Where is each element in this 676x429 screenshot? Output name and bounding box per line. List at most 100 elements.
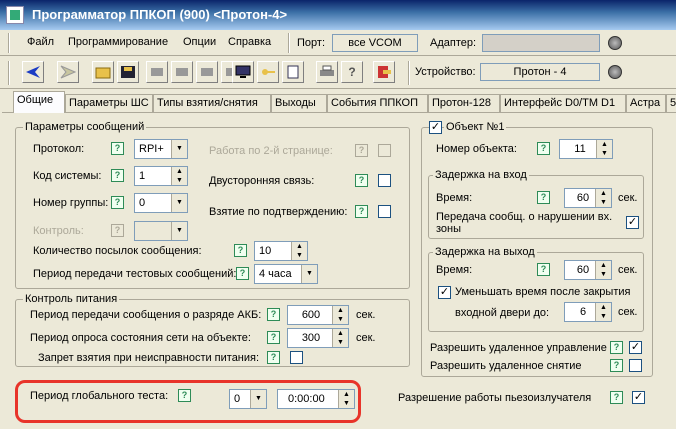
tab-overflow[interactable]: 5 <box>666 94 676 112</box>
reduce-checkbox[interactable]: ✓ <box>438 286 451 299</box>
help-icon[interactable]: ? <box>234 244 247 257</box>
chevron-down-icon[interactable]: ▼ <box>250 390 266 408</box>
twoway-label: Двусторонняя связь: <box>209 175 315 187</box>
printer-icon[interactable] <box>316 61 338 83</box>
help-icon[interactable]: ? <box>537 263 550 276</box>
global-test-days-select[interactable]: 0 ▼ <box>229 389 267 409</box>
count-spinner[interactable]: 10 ▲ ▼ <box>254 241 308 261</box>
help-icon[interactable]: ? <box>111 169 124 182</box>
forward-arrow-icon[interactable] <box>57 61 79 83</box>
remote-control-label: Разрешить удаленное управление <box>430 342 607 354</box>
msg-params-title: Параметры сообщений <box>23 121 147 133</box>
menu-file[interactable]: Файл <box>27 36 54 48</box>
help-icon[interactable]: ? <box>341 61 363 83</box>
tab-general[interactable]: Общие <box>13 91 65 113</box>
global-test-label: Период глобального теста: <box>30 390 169 402</box>
spin-arrows-icon[interactable]: ▲ ▼ <box>595 261 611 279</box>
syscode-label: Код системы: <box>33 170 102 182</box>
remote-disarm-checkbox[interactable] <box>629 359 642 372</box>
help-icon[interactable]: ? <box>355 205 368 218</box>
device-field[interactable]: Протон - 4 <box>480 63 600 81</box>
net-spinner[interactable]: 300 ▲ ▼ <box>287 328 349 348</box>
chevron-down-icon[interactable]: ▼ <box>171 140 187 158</box>
menu-options[interactable]: Опции <box>183 36 216 48</box>
ban-checkbox[interactable] <box>290 351 303 364</box>
group-label: Номер группы: <box>33 197 109 209</box>
piezo-checkbox[interactable]: ✓ <box>632 391 645 404</box>
spin-arrows-icon[interactable]: ▲ ▼ <box>595 303 611 321</box>
help-icon[interactable]: ? <box>267 308 280 321</box>
protocol-select[interactable]: RPI+ ▼ <box>134 139 188 159</box>
piezo-label: Разрешение работы пьезоизлучателя <box>398 392 592 404</box>
menu-programming[interactable]: Программирование <box>68 36 168 48</box>
help-icon[interactable]: ? <box>267 351 280 364</box>
separator <box>288 33 290 53</box>
twoway-checkbox[interactable] <box>378 174 391 187</box>
tab-events[interactable]: События ППКОП <box>327 94 428 112</box>
help-icon[interactable]: ? <box>178 389 191 402</box>
spin-arrows-icon[interactable]: ▲ ▼ <box>596 140 612 158</box>
tab-zones[interactable]: Параметры ШС <box>65 94 153 112</box>
help-icon[interactable]: ? <box>537 191 550 204</box>
tab-arm-types[interactable]: Типы взятия/снятия <box>153 94 271 112</box>
period-select[interactable]: 4 часа ▼ <box>254 264 318 284</box>
chip-read-icon[interactable] <box>146 61 168 83</box>
monitor-icon[interactable] <box>232 61 254 83</box>
entry-delay-title: Задержка на вход <box>433 169 529 181</box>
entry-time-spinner[interactable]: 60 ▲ ▼ <box>564 188 612 208</box>
spin-arrows-icon[interactable]: ▲ ▼ <box>332 306 348 324</box>
akb-spinner[interactable]: 600 ▲ ▼ <box>287 305 349 325</box>
object-number-spinner[interactable]: 11 ▲ ▼ <box>559 139 613 159</box>
back-arrow-icon[interactable] <box>22 61 44 83</box>
chevron-down-icon[interactable]: ▼ <box>301 265 317 283</box>
help-icon[interactable]: ? <box>610 391 623 404</box>
help-icon[interactable]: ? <box>537 142 550 155</box>
object-enabled-checkbox[interactable]: ✓ <box>429 121 442 134</box>
tab-outputs[interactable]: Выходы <box>271 94 327 112</box>
separator <box>408 61 410 85</box>
save-disk-icon[interactable] <box>117 61 139 83</box>
spin-arrows-icon[interactable]: ▲ ▼ <box>338 390 354 408</box>
entry-violation-label-2: зоны <box>436 223 462 235</box>
confirm-checkbox[interactable] <box>378 205 391 218</box>
help-icon[interactable]: ? <box>111 196 124 209</box>
group-select[interactable]: 0 ▼ <box>134 193 188 213</box>
power-title: Контроль питания <box>23 293 120 305</box>
app-icon <box>6 6 24 24</box>
window-title: Программатор ППКОП (900) <Протон-4> <box>32 7 288 22</box>
tab-astra[interactable]: Астра <box>626 94 666 112</box>
help-icon[interactable]: ? <box>111 142 124 155</box>
grip <box>8 61 10 85</box>
chevron-down-icon: ▼ <box>171 222 187 240</box>
entry-violation-checkbox[interactable]: ✓ <box>626 216 639 229</box>
help-icon[interactable]: ? <box>236 267 249 280</box>
spin-arrows-icon[interactable]: ▲ ▼ <box>291 242 307 260</box>
key-icon[interactable] <box>257 61 279 83</box>
port-select[interactable]: все VCOM <box>332 34 418 52</box>
chevron-down-icon[interactable]: ▼ <box>171 194 187 212</box>
help-icon[interactable]: ? <box>610 359 623 372</box>
remote-control-checkbox[interactable]: ✓ <box>629 341 642 354</box>
menu-help[interactable]: Справка <box>228 36 271 48</box>
spin-arrows-icon[interactable]: ▲ ▼ <box>595 189 611 207</box>
port-label: Порт: <box>297 37 325 49</box>
syscode-spinner[interactable]: 1 ▲ ▼ <box>134 166 188 186</box>
spin-arrows-icon[interactable]: ▲ ▼ <box>171 167 187 185</box>
global-test-time-spinner[interactable]: 0:00:00 ▲ ▼ <box>277 389 355 409</box>
tab-interface[interactable]: Интерфейс D0/TM D1 <box>500 94 626 112</box>
help-icon[interactable]: ? <box>355 174 368 187</box>
open-folder-icon[interactable] <box>92 61 114 83</box>
chip-write-icon[interactable] <box>171 61 193 83</box>
tab-proton-128[interactable]: Протон-128 <box>428 94 500 112</box>
net-label: Период опроса состояния сети на объекте: <box>30 332 251 344</box>
exit-time-spinner[interactable]: 60 ▲ ▼ <box>564 260 612 280</box>
chip-verify-icon[interactable] <box>196 61 218 83</box>
help-icon[interactable]: ? <box>267 331 280 344</box>
document-icon[interactable] <box>282 61 304 83</box>
device-label: Устройство: <box>415 66 476 78</box>
help-icon[interactable]: ? <box>610 341 623 354</box>
reduce-spinner[interactable]: 6 ▲ ▼ <box>564 302 612 322</box>
spin-arrows-icon[interactable]: ▲ ▼ <box>332 329 348 347</box>
exit-icon[interactable] <box>373 61 395 83</box>
protocol-label: Протокол: <box>33 143 85 155</box>
